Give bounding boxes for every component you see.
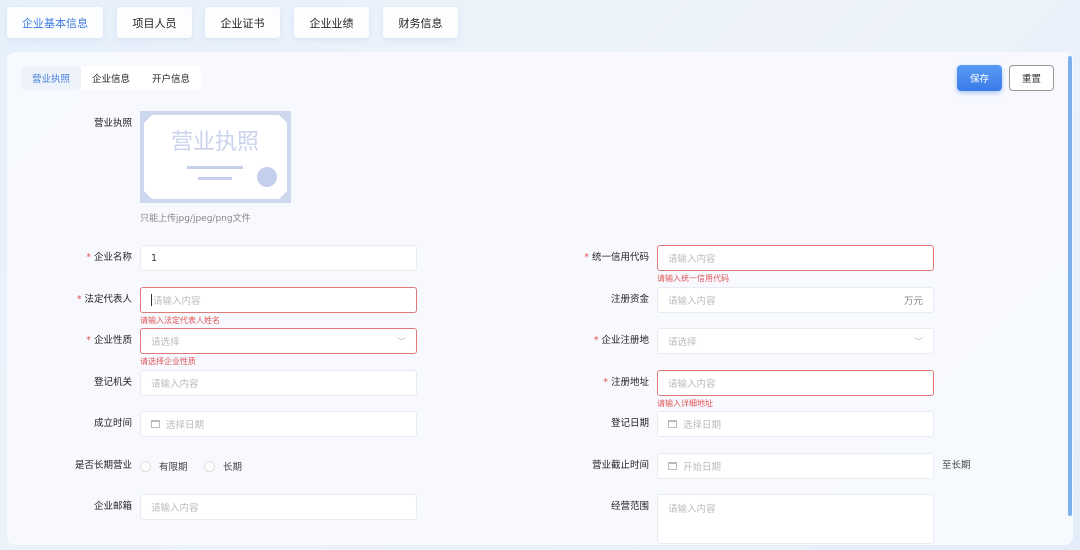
- field-label: 登记机关: [12, 370, 132, 396]
- text-input[interactable]: 1: [140, 245, 417, 271]
- tab-3[interactable]: 企业业绩: [294, 7, 369, 38]
- label-text: 登记日期: [610, 418, 649, 429]
- textarea-input[interactable]: 请输入内容: [657, 494, 934, 544]
- radio-icon: [204, 460, 215, 472]
- input-placeholder: 请输入内容: [668, 254, 716, 265]
- text-input[interactable]: 请输入内容: [140, 494, 417, 520]
- calendar-icon: [668, 462, 677, 470]
- input-suffix: 万元: [903, 296, 923, 307]
- subtab-1[interactable]: 企业信息: [81, 66, 141, 90]
- input-placeholder: 请输入内容: [153, 296, 201, 307]
- subtab-2[interactable]: 开户信息: [141, 66, 201, 90]
- error-message: 请输入法定代表人姓名: [140, 316, 220, 325]
- field-label: * 统一信用代码: [529, 245, 649, 271]
- chevron-down-icon: ﹀: [396, 337, 406, 348]
- label-text: 企业名称: [93, 252, 132, 263]
- label-text: 登记机关: [93, 377, 132, 388]
- radio-icon: [140, 460, 151, 472]
- input-placeholder: 请选择: [668, 337, 697, 348]
- tab-2[interactable]: 企业证书: [205, 7, 280, 38]
- tab-0[interactable]: 企业基本信息: [7, 7, 103, 38]
- label-text: 法定代表人: [84, 294, 132, 305]
- error-message: 请输入统一信用代码: [657, 274, 729, 283]
- save-button[interactable]: 保存: [957, 65, 1002, 91]
- input-placeholder: 开始日期: [683, 462, 722, 473]
- input-placeholder: 请输入内容: [668, 504, 716, 515]
- select-input[interactable]: 请选择 ﹀: [657, 328, 934, 354]
- label-text: 营业截止时间: [591, 460, 649, 471]
- radio-option[interactable]: 长期: [204, 453, 242, 479]
- required-marker: *: [584, 252, 589, 263]
- label-text: 注册资金: [610, 294, 649, 305]
- calendar-icon: [151, 420, 160, 428]
- field-label: 企业邮箱: [12, 494, 132, 520]
- license-hint: 只能上传jpg/jpeg/png文件: [140, 214, 251, 224]
- license-placeholder-image: 营业执照: [144, 115, 287, 199]
- suffix-text: 至长期: [942, 460, 971, 471]
- field-label: 是否长期营业: [12, 453, 132, 479]
- date-input[interactable]: 选择日期: [140, 411, 417, 437]
- label-text: 是否长期营业: [74, 460, 132, 471]
- chevron-down-icon: ﹀: [913, 337, 923, 348]
- date-input[interactable]: 选择日期: [657, 411, 934, 437]
- field-label: * 企业性质: [12, 328, 132, 354]
- scrollbar[interactable]: [1068, 56, 1072, 516]
- tab-1[interactable]: 项目人员: [117, 7, 192, 38]
- text-input[interactable]: 请输入内容: [657, 245, 934, 271]
- subtab-0[interactable]: 营业执照: [21, 66, 81, 90]
- radio-label: 长期: [223, 462, 243, 473]
- label-text: 企业注册地: [601, 335, 649, 346]
- text-cursor: [151, 294, 152, 306]
- field-label: * 注册地址: [529, 370, 649, 396]
- required-marker: *: [86, 252, 91, 263]
- license-label: 营业执照: [93, 118, 132, 129]
- text-input[interactable]: 请输入内容: [657, 370, 934, 396]
- calendar-icon: [668, 420, 677, 428]
- input-placeholder: 请输入内容: [151, 379, 199, 390]
- text-input[interactable]: 请输入内容 万元: [657, 287, 934, 313]
- input-placeholder: 请输入内容: [668, 379, 716, 390]
- label-text: 统一信用代码: [591, 252, 649, 263]
- field-label: 注册资金: [529, 287, 649, 313]
- text-input[interactable]: 请输入内容: [140, 370, 417, 396]
- input-value: 1: [151, 252, 158, 264]
- required-marker: *: [86, 335, 91, 346]
- input-placeholder: 请输入内容: [668, 296, 716, 307]
- radio-label: 有限期: [159, 462, 188, 473]
- field-label: 登记日期: [529, 411, 649, 437]
- select-input[interactable]: 请选择 ﹀: [140, 328, 417, 354]
- field-label: 经营范围: [529, 494, 649, 520]
- input-placeholder: 选择日期: [166, 420, 205, 431]
- text-input[interactable]: 请输入内容: [140, 287, 417, 313]
- tab-4[interactable]: 财务信息: [383, 7, 458, 38]
- reset-button[interactable]: 重置: [1009, 65, 1054, 91]
- sub-tabs: 营业执照 企业信息 开户信息: [21, 66, 201, 90]
- field-label: * 企业注册地: [529, 328, 649, 354]
- date-input[interactable]: 开始日期: [657, 453, 934, 479]
- field-label: 营业截止时间: [529, 453, 649, 479]
- label-text: 成立时间: [93, 418, 132, 429]
- radio-option[interactable]: 有限期: [140, 453, 188, 479]
- license-upload[interactable]: 营业执照: [140, 111, 291, 203]
- input-placeholder: 请选择: [151, 337, 180, 348]
- field-label: 成立时间: [12, 411, 132, 437]
- license-image-text: 营业执照: [171, 130, 259, 155]
- field-label: * 法定代表人: [12, 287, 132, 313]
- label-text: 经营范围: [610, 501, 649, 512]
- label-text: 企业性质: [93, 335, 132, 346]
- required-marker: *: [593, 335, 599, 346]
- field-label: * 企业名称: [12, 245, 132, 271]
- input-placeholder: 请输入内容: [151, 503, 199, 514]
- label-text: 注册地址: [610, 377, 649, 388]
- error-message: 请选择企业性质: [140, 357, 196, 366]
- required-marker: *: [76, 294, 82, 305]
- required-marker: *: [603, 377, 608, 388]
- error-message: 请输入详细地址: [657, 399, 713, 408]
- input-placeholder: 选择日期: [683, 420, 722, 431]
- label-text: 企业邮箱: [93, 501, 132, 512]
